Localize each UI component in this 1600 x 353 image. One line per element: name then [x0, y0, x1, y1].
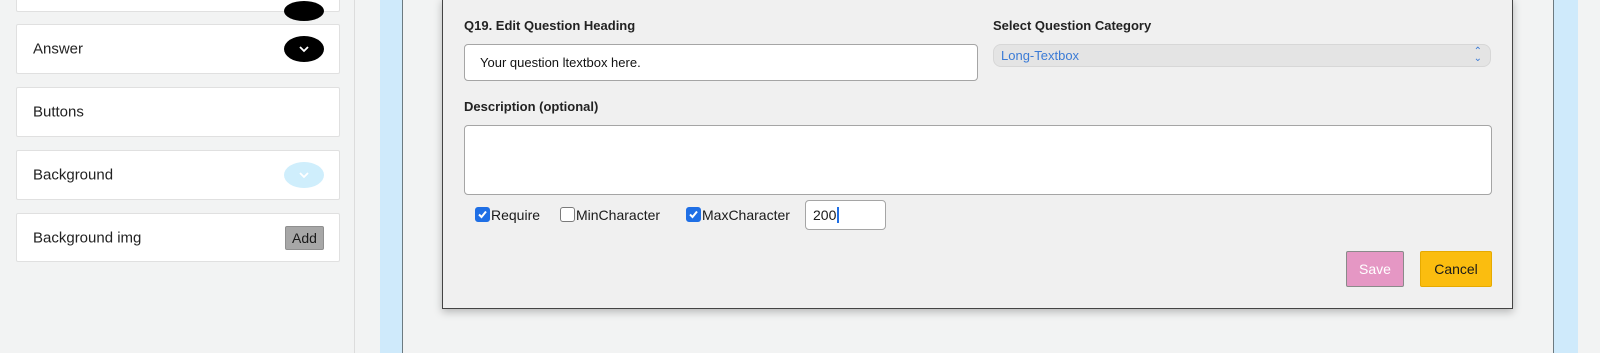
- require-label: Require: [491, 207, 541, 223]
- sidebar-item-background-img[interactable]: Background img Add: [16, 213, 340, 262]
- sidebar-item-buttons[interactable]: Buttons: [16, 87, 340, 137]
- save-button[interactable]: Save: [1346, 251, 1404, 287]
- max-character-value: 200: [813, 207, 837, 223]
- sidebar-item-answer[interactable]: Answer: [16, 24, 340, 74]
- question-category-label: Select Question Category: [993, 18, 1152, 33]
- min-character-checkbox[interactable]: [560, 207, 575, 222]
- chevron-down-icon: [299, 46, 309, 53]
- selected-category: Long-Textbox: [1001, 48, 1080, 63]
- description-label: Description (optional): [464, 99, 599, 114]
- question-category-select[interactable]: Long-Textbox ⌃ ⌄: [993, 44, 1491, 67]
- sidebar-item-label: Buttons: [33, 103, 84, 121]
- sidebar-item-label: Answer: [33, 40, 84, 58]
- sidebar-item-background[interactable]: Background: [16, 150, 340, 200]
- question-heading-label: Q19. Edit Question Heading: [464, 18, 636, 33]
- question-heading-input[interactable]: Your question ltextbox here.: [464, 44, 978, 81]
- add-background-image-button[interactable]: Add: [285, 225, 324, 250]
- question-editor-panel: Q19. Edit Question Heading Your question…: [442, 0, 1513, 309]
- max-character-checkbox[interactable]: [686, 207, 701, 222]
- max-character-label: MaxCharacter: [702, 207, 790, 223]
- max-character-input[interactable]: 200: [805, 200, 886, 230]
- cancel-button[interactable]: Cancel: [1420, 251, 1492, 287]
- answer-color-toggle[interactable]: [284, 36, 324, 62]
- sidebar-item-label: Background img: [33, 229, 142, 246]
- chevron-down-icon: [299, 172, 309, 179]
- checkmark-icon: [478, 210, 487, 219]
- background-color-toggle[interactable]: [284, 162, 324, 188]
- require-checkbox[interactable]: [475, 207, 490, 222]
- sidebar-item-partial[interactable]: [16, 0, 340, 21]
- checkmark-icon: [689, 210, 698, 219]
- sidebar-item-label: Background: [33, 166, 114, 184]
- settings-sidebar: Answer Buttons Background Background img…: [0, 0, 355, 353]
- min-character-label: MinCharacter: [576, 207, 661, 223]
- select-arrows-icon: ⌃ ⌄: [1473, 46, 1482, 64]
- toggle-switch-icon[interactable]: [284, 1, 324, 21]
- description-textarea[interactable]: [464, 125, 1492, 195]
- text-cursor: [837, 207, 840, 223]
